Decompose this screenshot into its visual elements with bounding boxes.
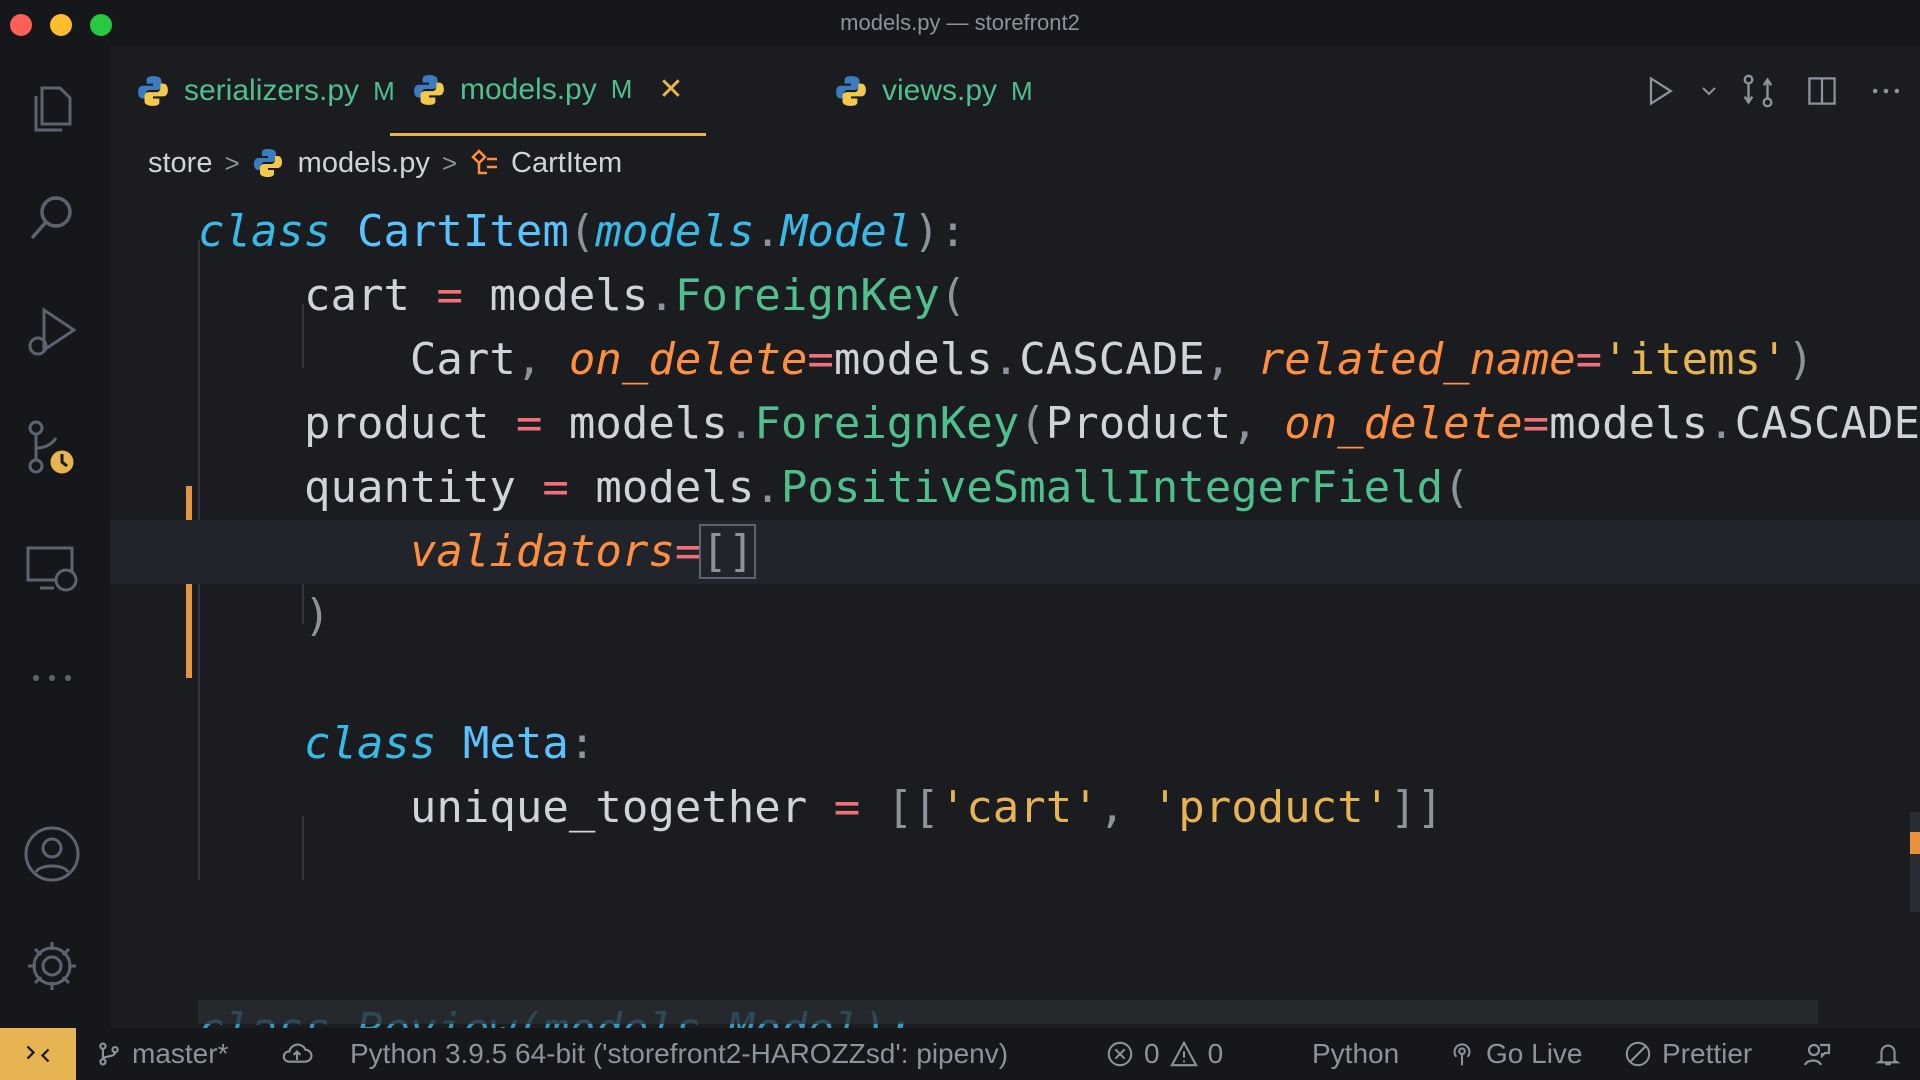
tab-label: views.py xyxy=(882,74,998,107)
error-icon xyxy=(1107,1041,1133,1067)
code-line-4: product = models.ForeignKey(Product, on_… xyxy=(303,398,1920,449)
remote-explorer-icon[interactable] xyxy=(20,536,84,600)
breadcrumb: store > models.py > CartItem xyxy=(148,140,622,186)
modified-scroll-marker xyxy=(1910,832,1920,854)
editor-actions xyxy=(1630,46,1920,136)
sync-status[interactable] xyxy=(280,1028,324,1080)
modified-badge: M xyxy=(1011,75,1033,106)
problems-status[interactable]: 0 0 xyxy=(1106,1028,1223,1080)
remote-icon xyxy=(26,1045,50,1063)
branch-status[interactable]: master* xyxy=(96,1028,228,1080)
window-title: models.py — storefront2 xyxy=(840,10,1080,35)
horizontal-scrollbar[interactable] xyxy=(198,1000,1818,1024)
split-editor-icon[interactable] xyxy=(1792,61,1852,121)
warning-icon xyxy=(1169,1040,1198,1067)
python-file-icon xyxy=(253,149,282,177)
remote-indicator[interactable] xyxy=(0,1028,76,1080)
python-file-icon xyxy=(138,76,168,106)
explorer-icon[interactable] xyxy=(20,76,84,140)
feedback-icon[interactable] xyxy=(1802,1028,1842,1080)
run-dropdown-chevron-icon[interactable] xyxy=(1694,61,1724,121)
prettier-icon xyxy=(1625,1041,1651,1067)
python-file-icon xyxy=(836,76,866,106)
run-file-icon[interactable] xyxy=(1630,61,1690,121)
python-file-icon xyxy=(414,74,444,105)
breadcrumb-folder[interactable]: store xyxy=(148,147,212,180)
tab-serializers[interactable]: serializers.py M xyxy=(136,46,395,136)
more-icon[interactable] xyxy=(20,646,84,710)
notifications-bell-icon[interactable] xyxy=(1874,1028,1912,1080)
language-mode[interactable]: Python xyxy=(1312,1028,1399,1080)
tab-label: models.py xyxy=(460,72,597,106)
cloud-upload-icon xyxy=(282,1043,313,1063)
run-debug-icon[interactable] xyxy=(20,300,84,364)
settings-gear-icon[interactable] xyxy=(20,934,84,998)
breadcrumb-file[interactable]: models.py xyxy=(298,147,430,180)
code-line-9: class Meta: xyxy=(303,718,596,769)
code-line-10: unique_together = [['cart', 'product']] xyxy=(409,782,1444,833)
activity-bar xyxy=(0,46,110,1028)
code-line-7: ) xyxy=(303,590,331,641)
tab-bar: serializers.py M models.py M ✕ views.py … xyxy=(110,46,1920,136)
code-editor[interactable]: class CartItem(models.Model): cart = mod… xyxy=(110,200,1920,1028)
breadcrumb-symbol[interactable]: CartItem xyxy=(511,147,622,180)
tab-models[interactable]: models.py M ✕ xyxy=(390,46,706,136)
tab-views[interactable]: views.py M xyxy=(834,46,1033,136)
search-icon[interactable] xyxy=(20,186,84,250)
status-bar: master* Python 3.9.5 64-bit ('storefront… xyxy=(0,1028,1920,1080)
broadcast-icon xyxy=(1453,1043,1471,1066)
code-line-2: cart = models.ForeignKey( xyxy=(303,270,967,321)
class-symbol-icon xyxy=(471,149,498,175)
modified-badge: M xyxy=(610,74,633,104)
chevron-right-icon: > xyxy=(441,147,458,178)
more-actions-icon[interactable] xyxy=(1856,61,1916,121)
chevron-right-icon: > xyxy=(224,147,240,178)
code-line-3: Cart, on_delete=models.CASCADE, related_… xyxy=(409,334,1815,385)
close-tab-icon[interactable]: ✕ xyxy=(658,72,683,107)
go-live-button[interactable]: Go Live xyxy=(1448,1028,1583,1080)
title-bar: models.py — storefront2 xyxy=(0,0,1920,46)
bracket-match: [] xyxy=(699,524,757,579)
code-line-6-current: validators=[] xyxy=(110,520,1920,584)
compare-changes-icon[interactable] xyxy=(1728,61,1788,121)
tab-label: serializers.py xyxy=(184,74,360,107)
code-line-5: quantity = models.PositiveSmallIntegerFi… xyxy=(303,462,1470,513)
account-icon[interactable] xyxy=(20,822,84,886)
prettier-status[interactable]: Prettier xyxy=(1624,1028,1752,1080)
vertical-scrollbar[interactable] xyxy=(1910,812,1920,912)
code-line-1: class CartItem(models.Model): xyxy=(198,206,967,257)
source-control-icon[interactable] xyxy=(20,416,84,480)
python-interpreter[interactable]: Python 3.9.5 64-bit ('storefront2-HAROZZ… xyxy=(350,1028,1008,1080)
git-branch-icon xyxy=(99,1042,119,1066)
